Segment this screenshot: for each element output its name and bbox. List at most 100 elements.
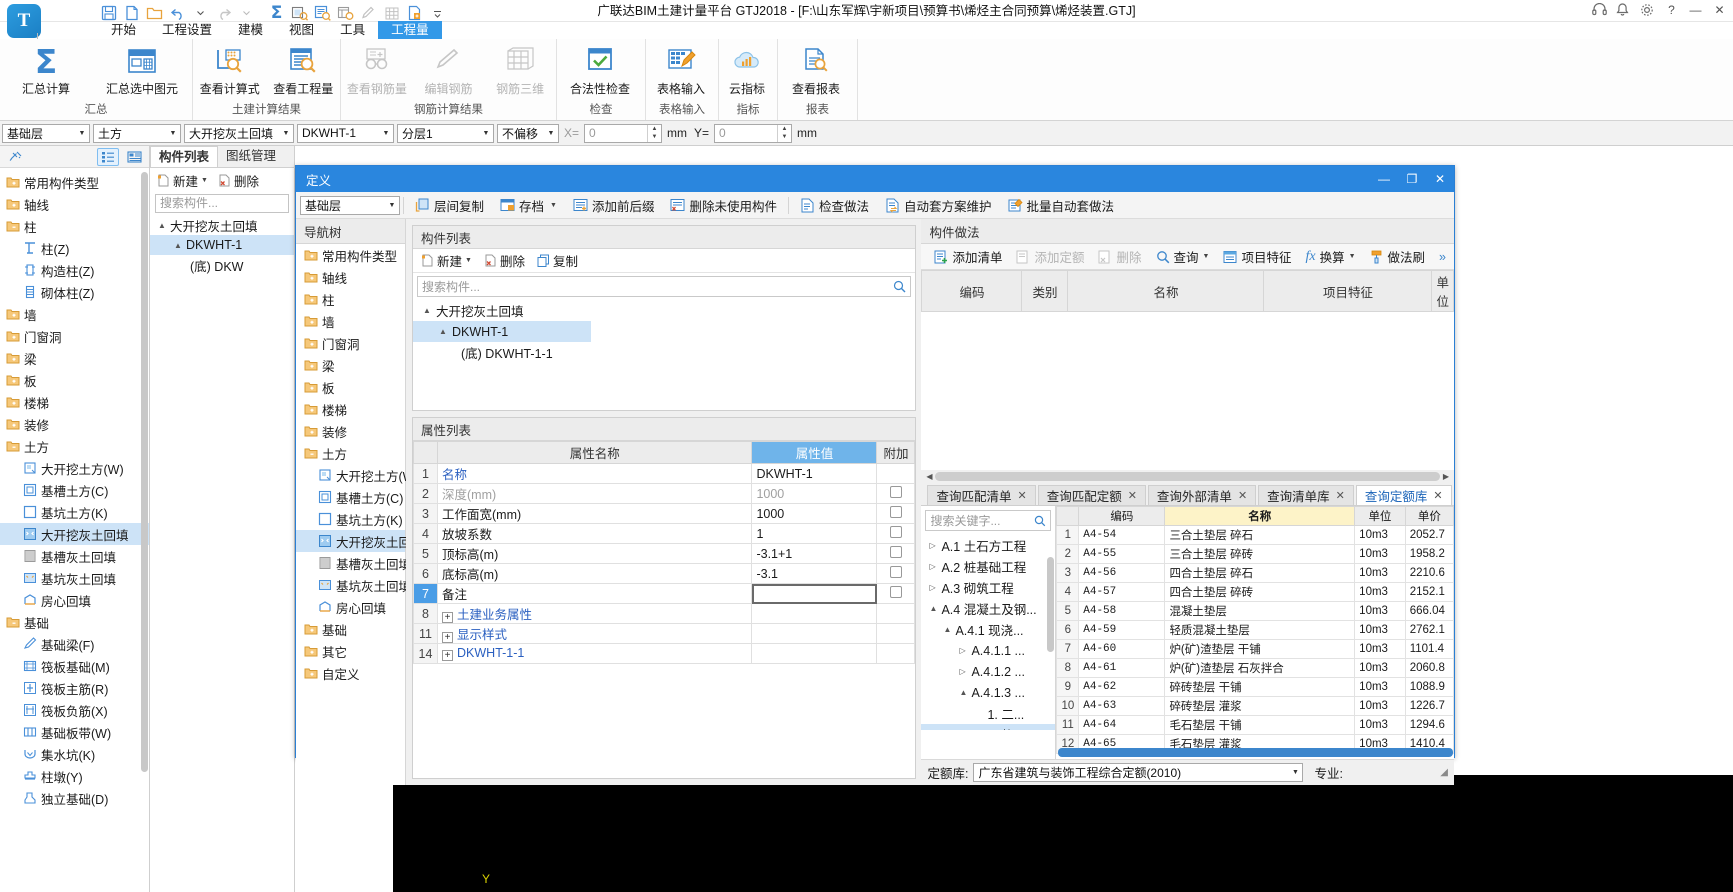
- sidebar-item-node-11[interactable]: 装修: [0, 413, 149, 435]
- sidebar-item-node-23[interactable]: 筏板主筋(R): [0, 677, 149, 699]
- ribbon-button-rebar-3d[interactable]: 钢筋三维: [484, 43, 556, 97]
- ribbon-button-view-quantity[interactable]: 查看工程量: [267, 43, 341, 97]
- sidebar-item-node-10[interactable]: 楼梯: [0, 391, 149, 413]
- dialog-component-search-input[interactable]: 搜索构件...: [417, 276, 912, 297]
- tab-drawing-management[interactable]: 图纸管理: [218, 146, 284, 167]
- sidebar-item-node-28[interactable]: 独立基础(D): [0, 787, 149, 809]
- expander-icon[interactable]: ▷: [929, 583, 938, 592]
- headset-icon[interactable]: [1592, 3, 1607, 18]
- sidebar-item-node-17[interactable]: 基槽灰土回填: [0, 545, 149, 567]
- ribbon-button-table-input[interactable]: 表格输入: [646, 43, 716, 97]
- property-value-cell[interactable]: [751, 643, 878, 664]
- close-icon[interactable]: ✕: [1336, 489, 1345, 502]
- chapter-node-6[interactable]: ▷ A.4.1.2 ...: [921, 661, 1055, 682]
- convert-button[interactable]: fx 换算 ▼: [1298, 247, 1362, 266]
- sidebar-item-node-6[interactable]: 墙: [0, 303, 149, 325]
- ribbon-button-view-report[interactable]: 查看报表: [778, 43, 854, 97]
- expand-icon[interactable]: +: [442, 612, 453, 623]
- sidebar-item-node-2[interactable]: 柱: [0, 215, 149, 237]
- y-offset-stepper[interactable]: 0 ▲ ▼: [714, 123, 793, 143]
- undo-dropdown-icon[interactable]: [190, 4, 211, 23]
- dialog-minimize-button[interactable]: —: [1370, 166, 1398, 192]
- expander-icon[interactable]: ▷: [929, 562, 938, 571]
- menu-tab-project-settings[interactable]: 工程设置: [149, 21, 225, 39]
- more-icon[interactable]: [427, 4, 448, 23]
- sidebar-item-node-3[interactable]: 柱(Z): [0, 237, 149, 259]
- property-value-cell[interactable]: 1: [751, 523, 878, 544]
- expander-icon[interactable]: ▷: [929, 541, 938, 550]
- property-attach-cell[interactable]: [876, 543, 916, 564]
- quota-row[interactable]: 7 A4-60 炉(矿)渣垫层 干铺 10m3 1101.4: [1056, 639, 1454, 659]
- x-stepper-buttons[interactable]: ▲ ▼: [647, 124, 661, 142]
- property-attach-cell[interactable]: [876, 483, 916, 504]
- sum-icon[interactable]: Σ: [266, 3, 287, 23]
- expander-icon[interactable]: ▲: [959, 688, 968, 697]
- chapter-node-3[interactable]: ▲ A.4 混凝土及钢...: [921, 598, 1055, 619]
- dialog-nav-item-17[interactable]: 基础: [296, 618, 405, 640]
- project-feature-button[interactable]: 项目特征: [1216, 247, 1298, 266]
- ribbon-button-view-rebar[interactable]: 查看钢筋量: [341, 43, 413, 97]
- quota-horizontal-scrollbar[interactable]: [1058, 748, 1454, 757]
- ribbon-button-view-formula[interactable]: 查看计算式: [193, 43, 267, 97]
- quota-row[interactable]: 8 A4-61 炉(矿)渣垫层 石灰拌合 10m3 2060.8: [1056, 658, 1454, 678]
- category-select[interactable]: 土方 ▼: [93, 123, 181, 143]
- chapter-node-8[interactable]: 1. 二...: [921, 703, 1055, 724]
- dialog-nav-item-8[interactable]: 装修: [296, 420, 405, 442]
- property-attach-cell[interactable]: [876, 583, 916, 604]
- scroll-thumb[interactable]: [935, 472, 1440, 481]
- query-tab-2[interactable]: 查询外部清单 ✕: [1147, 485, 1257, 505]
- dialog-nav-item-13[interactable]: 大开挖灰土回填: [296, 530, 424, 552]
- dialog-close-button[interactable]: ✕: [1426, 166, 1454, 192]
- chapter-search-input[interactable]: 搜索关键字...: [925, 510, 1052, 531]
- property-value-cell[interactable]: 1000: [751, 483, 878, 504]
- ribbon-button-summary-selected[interactable]: 汇总选中图元: [92, 43, 192, 97]
- chapter-node-4[interactable]: ▲ A.4.1 现浇...: [921, 619, 1055, 640]
- property-value-cell[interactable]: -3.1+1: [751, 543, 878, 564]
- property-row[interactable]: 7 备注: [413, 583, 916, 604]
- menu-tab-start[interactable]: 开始: [98, 21, 149, 39]
- chevron-down-icon[interactable]: ▼: [1349, 253, 1356, 260]
- menu-tab-tools[interactable]: 工具: [327, 21, 378, 39]
- stepper-down-icon[interactable]: ▼: [648, 133, 661, 142]
- menu-tab-quantity[interactable]: 工程量: [378, 21, 442, 39]
- bell-icon[interactable]: [1616, 3, 1631, 18]
- quota-row[interactable]: 3 A4-56 四合土垫层 碎石 10m3 2210.6: [1056, 563, 1454, 583]
- sidebar-item-node-5[interactable]: 砌体柱(Z): [0, 281, 149, 303]
- sidebar-item-node-26[interactable]: 集水坑(K): [0, 743, 149, 765]
- quota-row[interactable]: 11 A4-64 毛石垫层 干铺 10m3 1294.6: [1056, 715, 1454, 735]
- add-quota-button[interactable]: 添加定额: [1009, 247, 1091, 266]
- redo-icon[interactable]: [213, 4, 234, 23]
- delete-unused-button[interactable]: 删除未使用构件: [662, 194, 785, 217]
- property-attach-cell[interactable]: [876, 503, 916, 524]
- quota-row[interactable]: 6 A4-59 轻质混凝土垫层 10m3 2762.1: [1056, 620, 1454, 640]
- property-row[interactable]: 8 + 土建业务属性: [413, 603, 916, 624]
- property-row[interactable]: 4 放坡系数 1: [413, 523, 916, 544]
- chevron-down-icon[interactable]: ▼: [201, 177, 208, 184]
- dialog-nav-item-0[interactable]: 常用构件类型: [296, 244, 405, 266]
- sidebar-item-node-19[interactable]: 房心回填: [0, 589, 149, 611]
- canvas-viewport[interactable]: [393, 775, 1733, 892]
- undo-icon[interactable]: [167, 4, 188, 23]
- component-tree-node[interactable]: ▲ 大开挖灰土回填: [150, 215, 294, 235]
- attach-checkbox[interactable]: [889, 546, 902, 558]
- dialog-nav-item-12[interactable]: 基坑土方(K): [296, 508, 405, 530]
- sidebar-item-node-4[interactable]: 构造柱(Z): [0, 259, 149, 281]
- quota-row[interactable]: 4 A4-57 四合土垫层 碎砖 10m3 2152.1: [1056, 582, 1454, 602]
- dialog-component-tree-node[interactable]: ▲ 大开挖灰土回填: [413, 300, 915, 321]
- dialog-copy-component-button[interactable]: 复制: [537, 251, 578, 270]
- dialog-nav-item-4[interactable]: 门窗洞: [296, 332, 405, 354]
- expander-icon[interactable]: ▲: [439, 327, 448, 336]
- chevron-down-icon[interactable]: ▼: [1203, 253, 1210, 260]
- sidebar-item-node-9[interactable]: 板: [0, 369, 149, 391]
- rebar-edit-icon[interactable]: [358, 4, 379, 23]
- property-attach-cell[interactable]: [876, 463, 916, 484]
- expander-icon[interactable]: ▲: [943, 625, 952, 634]
- method-table-body[interactable]: [921, 312, 1454, 470]
- dialog-nav-item-5[interactable]: 梁: [296, 354, 405, 376]
- method-overflow-button[interactable]: »: [1432, 250, 1454, 264]
- property-attach-cell[interactable]: [876, 643, 916, 664]
- new-file-icon[interactable]: [121, 4, 142, 23]
- quota-lib-select[interactable]: 广东省建筑与装饰工程综合定额(2010) ▼: [973, 763, 1304, 782]
- method-horizontal-scrollbar[interactable]: ◀ ▶: [921, 470, 1454, 483]
- expander-icon[interactable]: ▲: [929, 604, 938, 613]
